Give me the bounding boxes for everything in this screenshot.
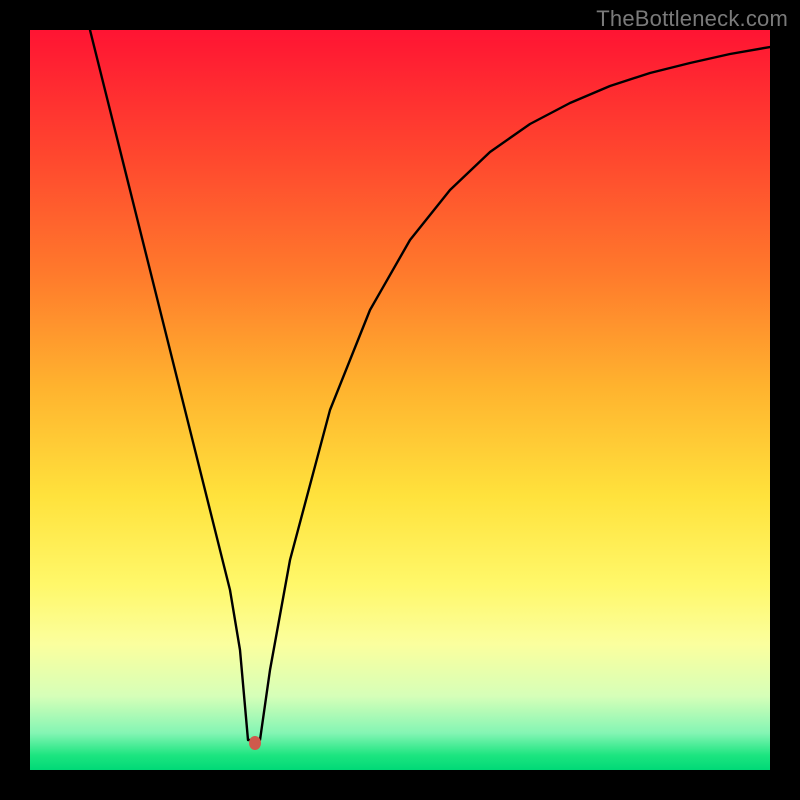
optimum-marker: [249, 736, 261, 750]
chart-plot-area: [30, 30, 770, 770]
watermark-text: TheBottleneck.com: [596, 6, 788, 32]
